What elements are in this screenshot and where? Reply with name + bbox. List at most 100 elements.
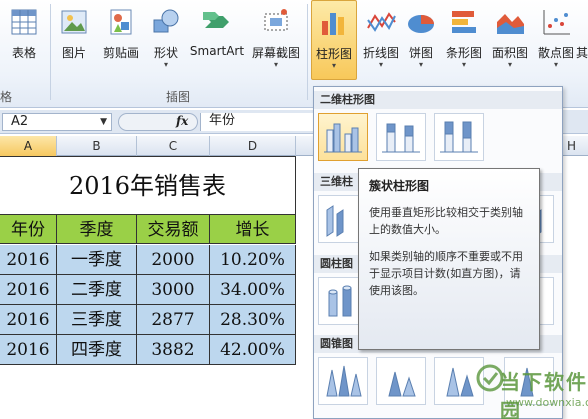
- site-watermark: 当下软件园 www.downxia.com: [476, 362, 588, 419]
- column-header-a[interactable]: A: [0, 136, 57, 156]
- header-cell-quarter[interactable]: 季度: [57, 214, 137, 244]
- name-box[interactable]: A2 ▼: [2, 113, 112, 131]
- cone-option[interactable]: [376, 357, 426, 405]
- group-separator: [50, 4, 51, 100]
- tooltip-description: 使用垂直矩形比较相交于类别轴上的数值大小。: [369, 206, 523, 236]
- percent-stacked-column-icon: [440, 121, 478, 153]
- chevron-down-icon[interactable]: ▼: [100, 114, 107, 130]
- table-cell[interactable]: 42.00%: [210, 335, 296, 365]
- table-cell[interactable]: 3000: [137, 275, 210, 305]
- clustered-column-icon: [324, 123, 362, 153]
- shapes-icon: [153, 9, 179, 33]
- table-cell[interactable]: 四季度: [57, 335, 137, 365]
- horizontal-bar-chart-icon: [452, 11, 476, 33]
- table-cell[interactable]: 一季度: [57, 245, 137, 275]
- area-chart-icon: [497, 14, 524, 34]
- watermark-url: www.downxia.com: [506, 396, 588, 409]
- shapes-button-label: 形状: [153, 46, 178, 60]
- shapes-dropdown-arrow: ▾: [163, 60, 168, 69]
- other-charts-button-label: 其: [576, 46, 588, 60]
- picture-button-label: 图片: [61, 46, 86, 60]
- formula-value: 年份: [209, 113, 236, 128]
- pie-chart-button[interactable]: 饼图 ▾: [403, 0, 439, 78]
- cone-icon: [388, 371, 416, 397]
- screenshot-icon: [264, 9, 288, 31]
- formula-input[interactable]: 年份: [200, 113, 320, 131]
- scatter-chart-dropdown-arrow: ▾: [553, 60, 558, 69]
- pie-chart-icon: [408, 15, 434, 33]
- column-header-d[interactable]: D: [210, 136, 296, 156]
- picture-button[interactable]: 图片: [54, 0, 94, 78]
- header-cell-year[interactable]: 年份: [0, 214, 57, 244]
- area-chart-button[interactable]: 面积图 ▾: [487, 0, 533, 78]
- table-cell[interactable]: 2016: [0, 335, 57, 365]
- area-chart-button-label: 面积图: [491, 46, 528, 60]
- table-cell[interactable]: 34.00%: [210, 275, 296, 305]
- bar-chart-dropdown-arrow: ▾: [461, 60, 466, 69]
- insert-function-button[interactable]: fx: [176, 114, 188, 128]
- bar-chart-icon: [322, 13, 344, 35]
- group-separator: [307, 4, 308, 100]
- cone-icon: [326, 365, 362, 397]
- group-label-tables: 格: [0, 90, 13, 104]
- area-chart-dropdown-arrow: ▾: [507, 60, 512, 69]
- cone-option[interactable]: [318, 357, 368, 405]
- pie-chart-button-label: 饼图: [408, 46, 433, 60]
- name-box-value: A2: [11, 114, 29, 129]
- header-cell-growth[interactable]: 增长: [210, 214, 296, 244]
- clustered-column-tooltip: 簇状柱形图 使用垂直矩形比较相交于类别轴上的数值大小。 如果类别轴的顺序不重要或…: [358, 168, 540, 350]
- worksheet[interactable]: 2016年销售表 年份 季度 交易额 增长 2016 一季度 2000 10.2…: [0, 156, 300, 419]
- stacked-column-option[interactable]: [376, 113, 426, 161]
- section-2d-column: 二维柱形图: [314, 91, 562, 109]
- smartart-button-label: SmartArt: [189, 44, 245, 58]
- table-cell[interactable]: 2877: [137, 305, 210, 335]
- table-cell[interactable]: 3882: [137, 335, 210, 365]
- clustered-column-option[interactable]: [318, 113, 368, 161]
- scatter-chart-button[interactable]: 散点图 ▾: [533, 0, 579, 78]
- tooltip-title: 簇状柱形图: [369, 179, 430, 193]
- picture-icon: [61, 10, 87, 34]
- scatter-chart-icon: [543, 10, 570, 35]
- table-cell[interactable]: 2000: [137, 245, 210, 275]
- shapes-button[interactable]: 形状 ▾: [148, 0, 184, 78]
- smartart-icon: [203, 12, 229, 28]
- scatter-chart-button-label: 散点图: [537, 46, 574, 60]
- stacked-column-icon: [382, 123, 420, 153]
- smartart-button[interactable]: SmartArt: [186, 0, 248, 78]
- line-chart-button-label: 折线图: [362, 46, 399, 60]
- other-charts-button[interactable]: 其: [576, 0, 588, 78]
- table-cell[interactable]: 二季度: [57, 275, 137, 305]
- column-header-b[interactable]: B: [57, 136, 137, 156]
- screenshot-dropdown-arrow: ▾: [273, 60, 278, 69]
- table-icon: [11, 9, 37, 35]
- column-header-c[interactable]: C: [137, 136, 210, 156]
- line-chart-icon: [367, 12, 396, 32]
- line-chart-button[interactable]: 折线图 ▾: [359, 0, 403, 78]
- table-cell[interactable]: 2016: [0, 245, 57, 275]
- table-cell[interactable]: 三季度: [57, 305, 137, 335]
- screenshot-button[interactable]: 屏幕截图 ▾: [248, 0, 304, 78]
- watermark-text: 当下软件园: [500, 370, 588, 419]
- bar-chart-button-label: 条形图: [445, 46, 482, 60]
- header-cell-amount[interactable]: 交易额: [137, 214, 210, 244]
- tooltip-usage-note: 如果类别轴的顺序不重要或不用于显示项目计数(如直方图)，请使用该图。: [369, 250, 523, 297]
- table-cell[interactable]: 10.20%: [210, 245, 296, 275]
- clipart-icon: [110, 9, 132, 35]
- clipart-button-label: 剪贴画: [102, 46, 139, 60]
- group-label-illustrations: 插图: [166, 90, 191, 104]
- column-chart-button[interactable]: 柱形图 ▾: [311, 0, 357, 80]
- sheet-title[interactable]: 2016年销售表: [0, 156, 296, 214]
- percent-stacked-column-option[interactable]: [434, 113, 484, 161]
- clipart-button[interactable]: 剪贴画: [96, 0, 146, 78]
- table-button[interactable]: 表格: [2, 0, 46, 78]
- table-cell[interactable]: 2016: [0, 275, 57, 305]
- bar-chart-button[interactable]: 条形图 ▾: [441, 0, 487, 78]
- table-cell[interactable]: 28.30%: [210, 305, 296, 335]
- line-chart-dropdown-arrow: ▾: [378, 60, 383, 69]
- table-cell[interactable]: 2016: [0, 305, 57, 335]
- column-chart-button-label: 柱形图: [315, 47, 352, 61]
- pie-chart-dropdown-arrow: ▾: [418, 60, 423, 69]
- screenshot-button-label: 屏幕截图: [251, 46, 300, 60]
- table-button-label: 表格: [11, 46, 36, 60]
- column-chart-dropdown-arrow: ▾: [331, 61, 336, 70]
